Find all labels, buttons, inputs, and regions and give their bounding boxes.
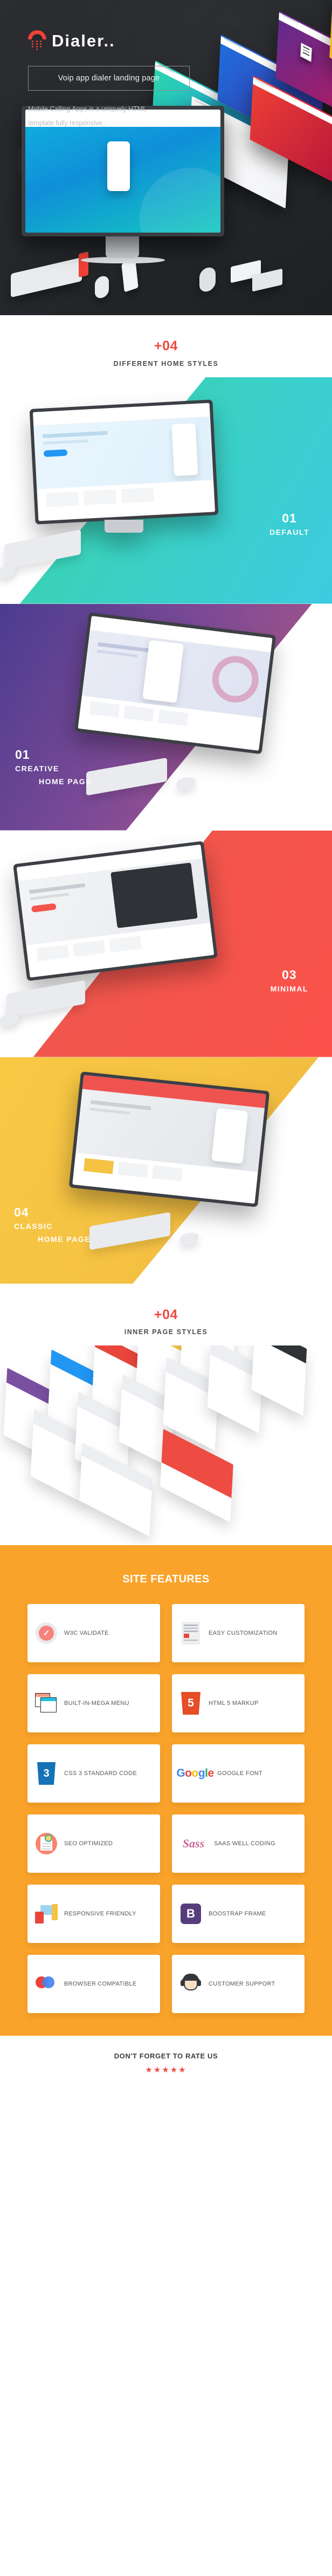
home-styles-heading: +04 DIFFERENT HOME STYLES bbox=[0, 315, 332, 377]
home-styles-subtitle: DIFFERENT HOME STYLES bbox=[113, 359, 219, 368]
imac-device-default bbox=[0, 399, 219, 580]
headset-person-icon bbox=[179, 1973, 202, 1995]
feature-label: CUSTOMER SUPPORT bbox=[209, 1980, 275, 1987]
imac-device-classic bbox=[68, 1071, 270, 1250]
showcase-name: DEFAULT bbox=[269, 527, 309, 536]
feature-card-bootstrap-frame[interactable]: B BOOSTRAP FRAME bbox=[172, 1885, 305, 1943]
landing-page: Dialer.. Voip app dialer landing page Mo… bbox=[0, 0, 332, 2093]
feature-label: BUILT-IN-MEGA MENU bbox=[64, 1700, 129, 1707]
check-circle-icon: ✓ bbox=[35, 1622, 58, 1644]
showcase-label-creative: 01 CREATIVE HOME PAGE bbox=[15, 747, 92, 788]
seo-magnifier-icon bbox=[35, 1832, 58, 1855]
feature-label: BOOSTRAP FRAME bbox=[209, 1910, 266, 1917]
feature-label: SAAS WELL CODING bbox=[214, 1840, 275, 1847]
inner-pages-count: +04 bbox=[154, 1307, 178, 1322]
feature-card-mega-menu[interactable]: BUILT-IN-MEGA MENU bbox=[27, 1674, 160, 1732]
showcase-number: 01 bbox=[282, 511, 297, 525]
inner-pages-subtitle: INNER PAGE STYLES bbox=[124, 1328, 208, 1336]
feature-label: BROWSER COMPATIBLE bbox=[64, 1980, 137, 1987]
feature-label: EASY CUSTOMIZATION bbox=[209, 1629, 278, 1636]
hero-content: Dialer.. Voip app dialer landing page Mo… bbox=[28, 28, 190, 130]
feature-card-w3c-validate[interactable]: ✓ W3C VALIDATE bbox=[27, 1604, 160, 1662]
hero-section: Dialer.. Voip app dialer landing page Mo… bbox=[0, 0, 332, 315]
showcase-number: 03 bbox=[282, 967, 297, 982]
feature-card-google-font[interactable]: Google GOOGLE FONT bbox=[172, 1744, 305, 1803]
imac-device-minimal bbox=[0, 840, 218, 1028]
showcase-classic: 04 CLASSIC HOME PAGE bbox=[0, 1057, 332, 1284]
phone-prop bbox=[121, 259, 139, 293]
feature-card-easy-customization[interactable]: EASY CUSTOMIZATION bbox=[172, 1604, 305, 1662]
hero-description: Mobile Calling Apps is a uniquely HTML t… bbox=[28, 105, 147, 127]
mouse-prop bbox=[95, 274, 109, 300]
mouse-prop bbox=[0, 564, 15, 580]
showcase-name-line2: HOME PAGE bbox=[38, 1234, 91, 1243]
showcase-name: CREATIVE bbox=[15, 764, 59, 773]
feature-label: CSS 3 STANDARD CODE bbox=[64, 1770, 137, 1777]
css3-shield-icon: 3 bbox=[35, 1762, 58, 1785]
footer-text: DON'T FORGET TO RATE US bbox=[114, 2052, 218, 2060]
responsive-devices-icon bbox=[35, 1902, 58, 1925]
showcase-number: 04 bbox=[14, 1205, 29, 1220]
feature-card-responsive-friendly[interactable]: RESPONSIVE FRIENDLY bbox=[27, 1885, 160, 1943]
footer-rate-us: DON'T FORGET TO RATE US ★★★★★ bbox=[0, 2036, 332, 2093]
red-object-prop bbox=[79, 251, 88, 278]
inner-page-sheet-red bbox=[160, 1429, 233, 1523]
windows-menu-icon bbox=[35, 1692, 58, 1715]
hero-tagline-box: Voip app dialer landing page bbox=[28, 66, 190, 91]
star-rating-icon[interactable]: ★★★★★ bbox=[0, 2065, 332, 2075]
showcase-label-classic: 04 CLASSIC HOME PAGE bbox=[14, 1205, 91, 1246]
monitor-stand bbox=[106, 236, 139, 258]
feature-card-browser-compatible[interactable]: BROWSER COMPATIBLE bbox=[27, 1955, 160, 2013]
keyboard-prop bbox=[11, 257, 82, 298]
google-logo-icon: Google bbox=[176, 1767, 214, 1779]
mouse-prop bbox=[180, 1231, 198, 1247]
showcase-number: 01 bbox=[15, 747, 30, 762]
brand-name: Dialer.. bbox=[52, 31, 115, 50]
mouse-prop bbox=[0, 1012, 18, 1028]
site-features-section: SITE FEATURES ✓ W3C VALIDATE EASY CUSTOM… bbox=[0, 1545, 332, 2036]
feature-label: RESPONSIVE FRIENDLY bbox=[64, 1910, 136, 1917]
sass-logo-icon: Sass bbox=[182, 1837, 205, 1850]
mouse-prop-2 bbox=[199, 266, 216, 294]
mouse-prop bbox=[177, 776, 195, 791]
feature-card-customer-support[interactable]: CUSTOMER SUPPORT bbox=[172, 1955, 305, 2013]
inner-pages-heading: +04 INNER PAGE STYLES bbox=[0, 1283, 332, 1345]
document-icon bbox=[179, 1622, 202, 1644]
showcase-label-default: 01 DEFAULT bbox=[269, 511, 309, 539]
inner-pages-spread bbox=[0, 1345, 332, 1545]
feature-card-saas-well-coding[interactable]: Sass SAAS WELL CODING bbox=[172, 1814, 305, 1873]
bootstrap-logo-icon: B bbox=[179, 1902, 202, 1925]
hero-tagline: Voip app dialer landing page bbox=[58, 74, 160, 83]
feature-label: HTML 5 MARKUP bbox=[209, 1700, 259, 1707]
feature-label: W3C VALIDATE bbox=[64, 1629, 109, 1636]
showcase-name: MINIMAL bbox=[270, 984, 308, 993]
html5-shield-icon: 5 bbox=[179, 1692, 202, 1715]
showcase-label-minimal: 03 MINIMAL bbox=[271, 967, 308, 996]
dial-phone-icon bbox=[28, 29, 46, 52]
feature-label: GOOGLE FONT bbox=[217, 1770, 262, 1777]
showcase-creative: 01 CREATIVE HOME PAGE bbox=[0, 603, 332, 831]
showcase-minimal: 03 MINIMAL bbox=[0, 830, 332, 1057]
showcase-default: 01 DEFAULT bbox=[0, 377, 332, 604]
feature-card-seo-optimized[interactable]: SEO OPTIMIZED bbox=[27, 1814, 160, 1873]
imac-device-creative bbox=[74, 612, 276, 796]
showcase-name: CLASSIC bbox=[14, 1221, 53, 1231]
brand-logo: Dialer.. bbox=[28, 28, 190, 53]
feature-label: SEO OPTIMIZED bbox=[64, 1840, 113, 1847]
feature-card-html5-markup[interactable]: 5 HTML 5 MARKUP bbox=[172, 1674, 305, 1732]
browser-circles-icon bbox=[35, 1973, 58, 1995]
features-grid: ✓ W3C VALIDATE EASY CUSTOMIZATION BUILT-… bbox=[0, 1604, 332, 2013]
home-styles-count: +04 bbox=[154, 338, 178, 354]
hero-imac-mockup bbox=[6, 106, 332, 315]
feature-card-css3-standard-code[interactable]: 3 CSS 3 STANDARD CODE bbox=[27, 1744, 160, 1803]
features-title: SITE FEATURES bbox=[122, 1573, 210, 1585]
showcase-name-line2: HOME PAGE bbox=[39, 777, 92, 786]
